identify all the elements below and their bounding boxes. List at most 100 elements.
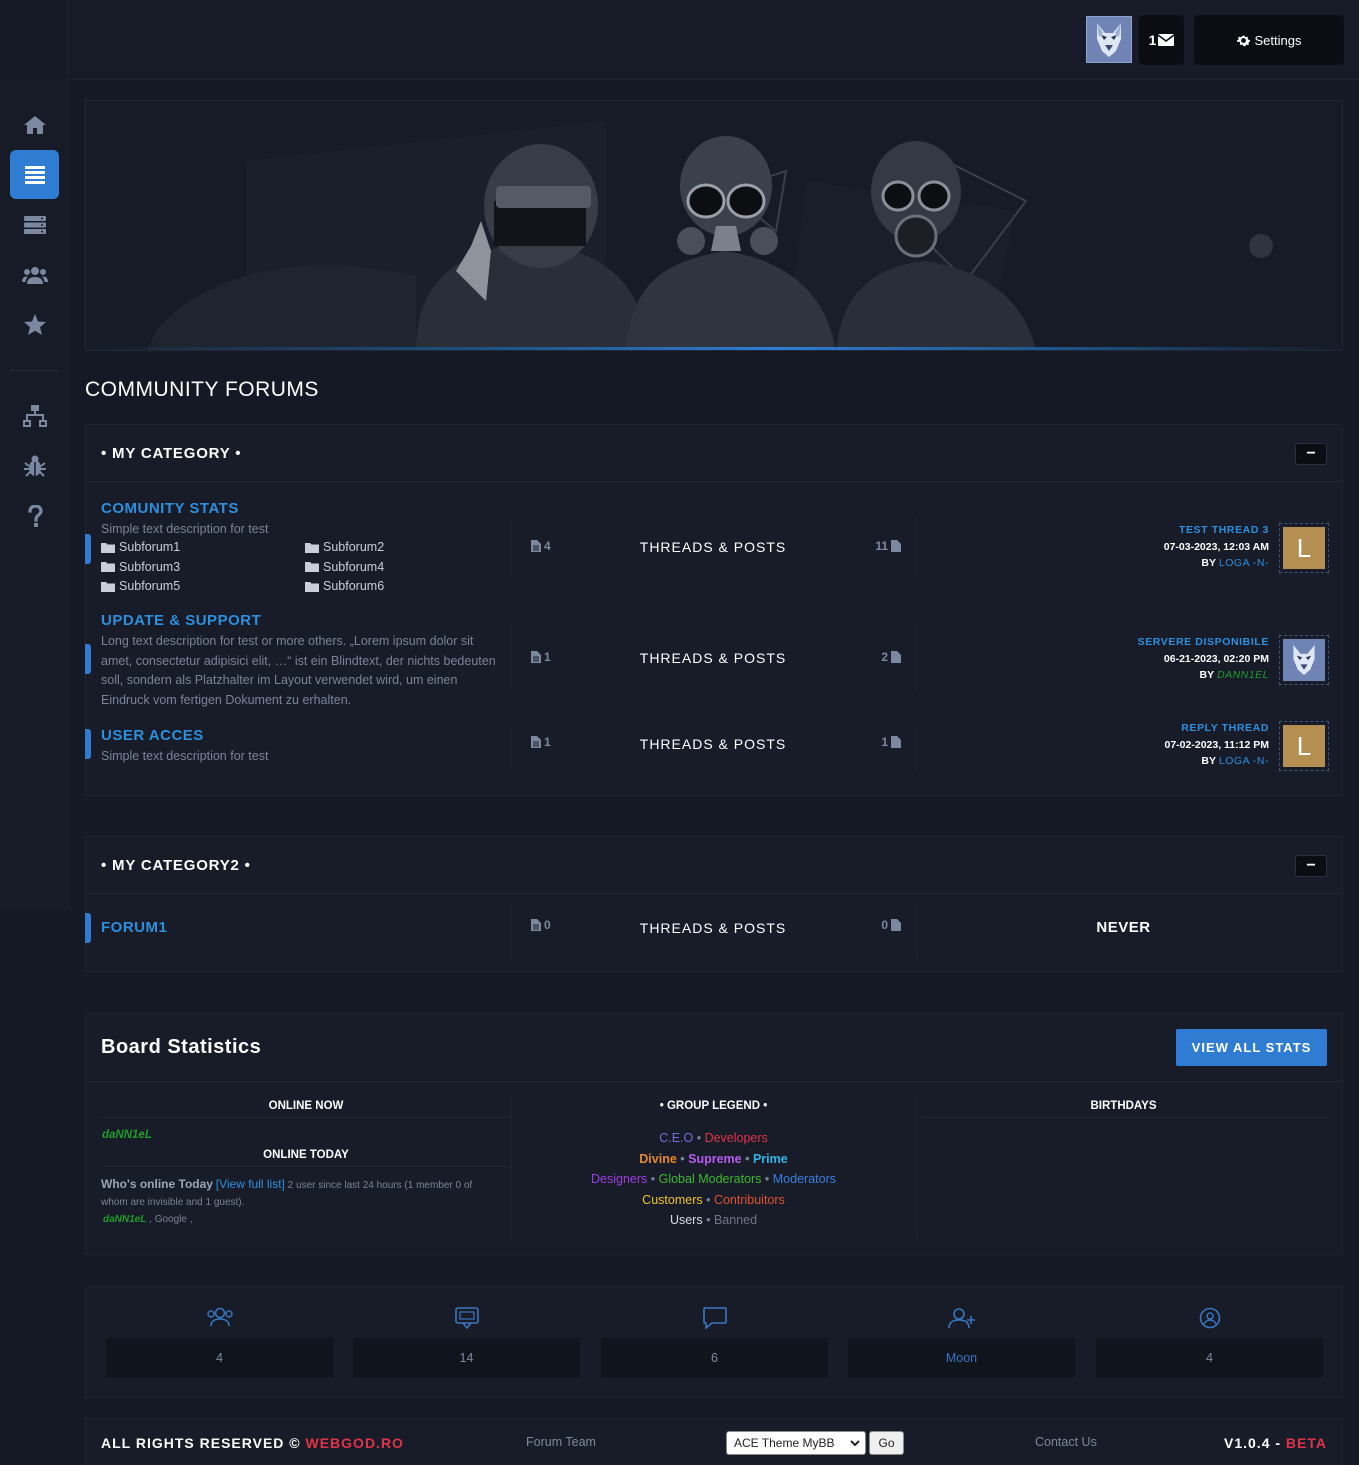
- wolf-avatar-icon: [1283, 639, 1325, 681]
- folder-icon: [101, 542, 115, 553]
- category-header: • MY CATEGORY • −: [86, 425, 1342, 482]
- threads-icon: [353, 1307, 580, 1329]
- last-post-date: 07-03-2023, 12:03 AM: [1163, 540, 1269, 553]
- forum-row: UPDATE & SUPPORT Long text description f…: [85, 612, 1344, 712]
- last-thread-link[interactable]: SERVERE DISPONIBILE: [1138, 634, 1269, 651]
- document-icon: [531, 919, 541, 931]
- sidebar-item-sitemap[interactable]: [10, 391, 59, 440]
- newest-member-link[interactable]: Moon: [848, 1338, 1075, 1378]
- thread-count: 0: [531, 918, 551, 932]
- sidebar-divider: [10, 370, 59, 371]
- collapse-icon: −: [1306, 857, 1316, 874]
- subforum-link[interactable]: Subforum6: [305, 579, 384, 593]
- soldiers-artwork: [86, 101, 1342, 350]
- forum-title-link[interactable]: COMUNITY STATS: [101, 500, 239, 517]
- group-link[interactable]: Moderators: [773, 1172, 836, 1186]
- group-link[interactable]: Designers: [591, 1172, 647, 1186]
- group-legend-heading: • GROUP LEGEND •: [659, 1100, 768, 1112]
- forum-title-link[interactable]: FORUM1: [101, 919, 167, 936]
- sidebar-item-forums[interactable]: [10, 150, 59, 199]
- group-link[interactable]: Global Moderators: [659, 1172, 762, 1186]
- document-icon: [891, 540, 901, 552]
- last-thread-link[interactable]: TEST THREAD 3: [1164, 522, 1269, 539]
- message-count: 1: [1148, 32, 1157, 48]
- stat-posts-value: 6: [601, 1338, 828, 1378]
- folder-icon: [101, 562, 115, 572]
- online-user-link[interactable]: daNN1eL: [103, 1214, 146, 1225]
- forum-title-link[interactable]: USER ACCES: [101, 727, 204, 744]
- last-user-link[interactable]: DANN1EL: [1217, 669, 1269, 681]
- subforum-link[interactable]: Subforum4: [305, 560, 384, 574]
- sidebar-item-home[interactable]: [10, 100, 59, 149]
- collapse-button[interactable]: −: [1295, 855, 1327, 877]
- sidebar-item-help[interactable]: [10, 491, 59, 540]
- view-all-stats-button[interactable]: VIEW ALL STATS: [1176, 1029, 1327, 1066]
- forum-status-bar: [85, 534, 91, 564]
- last-thread-link[interactable]: REPLY THREAD: [1165, 720, 1270, 737]
- copyright: ALL RIGHTS RESERVED © WEBGOD.RO: [101, 1435, 404, 1451]
- view-full-list-link[interactable]: [View full list]: [216, 1177, 285, 1191]
- theme-go-button[interactable]: Go: [869, 1431, 904, 1455]
- divider: [86, 1081, 1342, 1082]
- new-member-icon: [848, 1307, 1075, 1329]
- guest-label: , Google ,: [149, 1214, 193, 1225]
- online-today-heading: ONLINE TODAY: [263, 1149, 349, 1161]
- theme-select[interactable]: ACE Theme MyBB: [726, 1431, 866, 1455]
- folder-icon: [305, 542, 319, 553]
- users-icon: [106, 1307, 333, 1327]
- last-user-link[interactable]: LOGA -N-: [1219, 755, 1269, 767]
- group-link[interactable]: Supreme: [688, 1152, 742, 1166]
- sidebar-item-servers[interactable]: [10, 200, 59, 249]
- group-link[interactable]: Banned: [714, 1213, 757, 1227]
- forum-description: Simple text description for test: [101, 522, 269, 536]
- document-icon: [891, 651, 901, 663]
- sidebar-item-members[interactable]: [10, 250, 59, 299]
- theme-selected-value: ACE Theme MyBB: [734, 1436, 835, 1450]
- contact-us-link[interactable]: Contact Us: [1035, 1435, 1097, 1449]
- group-link[interactable]: Customers: [642, 1193, 702, 1207]
- gear-icon: [1236, 35, 1250, 46]
- subforum-link[interactable]: Subforum3: [101, 560, 180, 574]
- settings-button[interactable]: Settings: [1194, 15, 1344, 65]
- subforum-link[interactable]: Subforum5: [101, 579, 180, 593]
- forum-team-link[interactable]: Forum Team: [526, 1435, 596, 1449]
- last-poster-avatar[interactable]: L: [1279, 523, 1329, 573]
- subforum-link[interactable]: Subforum2: [305, 540, 384, 554]
- sidebar-item-bugs[interactable]: [10, 441, 59, 490]
- collapse-button[interactable]: −: [1295, 443, 1327, 465]
- document-icon: [531, 651, 541, 663]
- document-icon: [531, 736, 541, 748]
- last-poster-avatar[interactable]: L: [1279, 721, 1329, 771]
- online-now-heading: ONLINE NOW: [268, 1100, 344, 1112]
- sidebar: [0, 80, 68, 910]
- last-user-link[interactable]: LOGA -N-: [1219, 557, 1269, 569]
- group-link[interactable]: Contribuitors: [714, 1193, 785, 1207]
- sitemap-icon: [22, 404, 47, 427]
- forum-row: COMUNITY STATS Simple text description f…: [85, 482, 1344, 593]
- group-link[interactable]: Developers: [705, 1131, 768, 1145]
- post-count: 0: [871, 918, 901, 932]
- thread-count: 1: [531, 735, 551, 749]
- document-icon: [891, 919, 901, 931]
- avatar-letter: L: [1283, 725, 1325, 767]
- logo-area: [0, 0, 68, 80]
- group-link[interactable]: Users: [670, 1213, 703, 1227]
- column-divider: [916, 727, 917, 772]
- stats-title: Board Statistics: [101, 1036, 262, 1058]
- forum-title-link[interactable]: UPDATE & SUPPORT: [101, 612, 261, 629]
- group-link[interactable]: Prime: [753, 1152, 788, 1166]
- last-poster-avatar[interactable]: [1279, 635, 1329, 685]
- whos-online-label: Who's online Today: [101, 1177, 213, 1191]
- server-icon: [23, 215, 46, 234]
- sidebar-item-favorites[interactable]: [10, 300, 59, 349]
- settings-label: Settings: [1254, 32, 1302, 48]
- last-post-never: NEVER: [1096, 919, 1151, 936]
- messages-button[interactable]: 1: [1139, 15, 1184, 65]
- brand-link[interactable]: WEBGOD.RO: [306, 1435, 404, 1451]
- group-link[interactable]: C.E.O: [659, 1131, 693, 1145]
- subforum-link[interactable]: Subforum1: [101, 540, 180, 554]
- star-icon: [23, 314, 46, 335]
- user-avatar[interactable]: [1086, 16, 1132, 63]
- group-link[interactable]: Divine: [639, 1152, 677, 1166]
- online-user-link[interactable]: daNN1eL: [102, 1129, 152, 1141]
